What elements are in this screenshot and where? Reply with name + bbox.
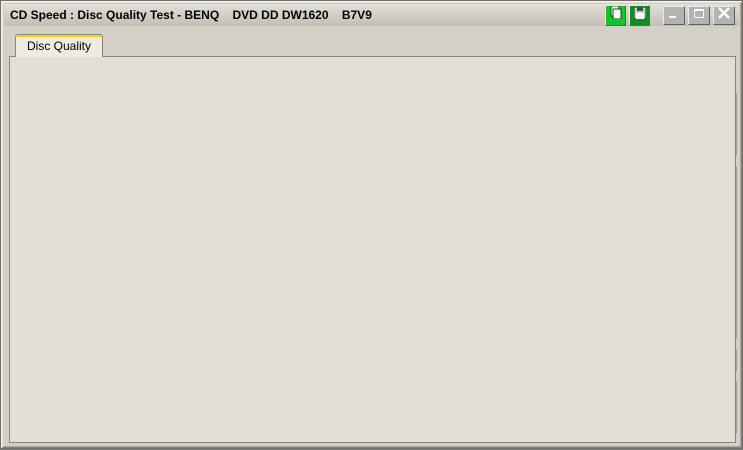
maximize-button[interactable]	[688, 5, 710, 25]
disc-quality-page	[9, 56, 736, 443]
copy-button[interactable]	[605, 4, 626, 26]
tab-disc-quality[interactable]: Disc Quality	[15, 34, 103, 57]
app-window: CD Speed : Disc Quality Test - BENQ DVD …	[0, 0, 743, 449]
close-icon	[718, 6, 730, 24]
tab-label: Disc Quality	[26, 39, 91, 53]
save-icon	[633, 6, 646, 24]
copy-icon	[610, 5, 622, 24]
minimize-button[interactable]	[663, 5, 685, 25]
save-button[interactable]	[629, 4, 650, 26]
close-button[interactable]	[713, 5, 735, 25]
minimize-icon	[668, 6, 680, 24]
title-bar[interactable]: CD Speed : Disc Quality Test - BENQ DVD …	[4, 4, 739, 26]
window-title: CD Speed : Disc Quality Test - BENQ DVD …	[10, 8, 372, 22]
maximize-icon	[693, 6, 705, 24]
